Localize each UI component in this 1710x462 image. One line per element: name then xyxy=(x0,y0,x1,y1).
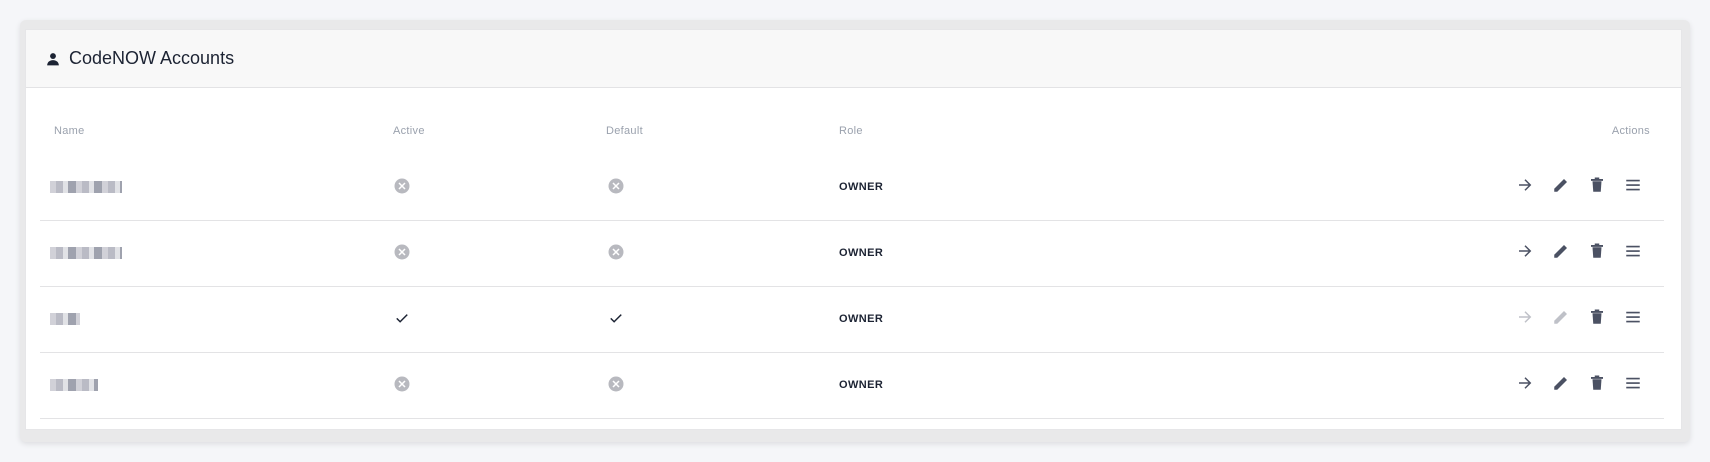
cancel-circle-icon xyxy=(393,177,411,195)
header-name: Name xyxy=(54,125,85,137)
header-default: Default xyxy=(606,125,643,137)
header-role: Role xyxy=(839,125,863,137)
more-menu-button[interactable] xyxy=(1622,371,1644,395)
delete-account-button[interactable] xyxy=(1586,305,1608,329)
accounts-panel: CodeNOW Accounts Name Active Default Rol… xyxy=(25,29,1682,430)
menu-icon xyxy=(1624,242,1642,260)
edit-account-button[interactable] xyxy=(1550,239,1572,263)
table-row: OWNER xyxy=(40,221,1664,287)
pencil-icon xyxy=(1552,374,1570,392)
role-label: OWNER xyxy=(839,181,884,193)
account-name-redacted xyxy=(50,313,80,325)
panel-header: CodeNOW Accounts xyxy=(26,30,1681,88)
row-actions xyxy=(1514,305,1644,329)
open-account-button[interactable] xyxy=(1514,173,1536,197)
pencil-icon xyxy=(1552,242,1570,260)
arrow-right-icon xyxy=(1516,242,1534,260)
checkmark-icon xyxy=(607,309,625,327)
table-row: OWNER xyxy=(40,287,1664,353)
row-actions xyxy=(1514,239,1644,263)
cancel-circle-icon xyxy=(393,243,411,261)
checkmark-icon xyxy=(393,309,411,327)
menu-icon xyxy=(1624,176,1642,194)
arrow-right-icon xyxy=(1516,176,1534,194)
role-label: OWNER xyxy=(839,379,884,391)
role-label: OWNER xyxy=(839,313,884,325)
cancel-circle-icon xyxy=(607,243,625,261)
cancel-circle-icon xyxy=(607,375,625,393)
edit-account-button[interactable] xyxy=(1550,173,1572,197)
more-menu-button[interactable] xyxy=(1622,173,1644,197)
pencil-icon xyxy=(1552,308,1570,326)
open-account-button xyxy=(1514,305,1536,329)
delete-account-button[interactable] xyxy=(1586,239,1608,263)
table-header: Name Active Default Role Actions xyxy=(40,107,1664,155)
trash-icon xyxy=(1588,308,1606,326)
cancel-circle-icon xyxy=(393,375,411,393)
row-actions xyxy=(1514,173,1644,197)
menu-icon xyxy=(1624,308,1642,326)
accounts-table: Name Active Default Role Actions OWNER OW… xyxy=(40,107,1664,419)
delete-account-button[interactable] xyxy=(1586,173,1608,197)
account-name-redacted xyxy=(50,181,122,193)
pencil-icon xyxy=(1552,176,1570,194)
header-active: Active xyxy=(393,125,425,137)
trash-icon xyxy=(1588,374,1606,392)
role-label: OWNER xyxy=(839,247,884,259)
menu-icon xyxy=(1624,374,1642,392)
delete-account-button[interactable] xyxy=(1586,371,1608,395)
edit-account-button xyxy=(1550,305,1572,329)
cancel-circle-icon xyxy=(607,177,625,195)
table-row: OWNER xyxy=(40,155,1664,221)
table-row: OWNER xyxy=(40,353,1664,419)
trash-icon xyxy=(1588,242,1606,260)
more-menu-button[interactable] xyxy=(1622,239,1644,263)
arrow-right-icon xyxy=(1516,374,1534,392)
edit-account-button[interactable] xyxy=(1550,371,1572,395)
account-name-redacted xyxy=(50,379,98,391)
arrow-right-icon xyxy=(1516,308,1534,326)
open-account-button[interactable] xyxy=(1514,239,1536,263)
row-actions xyxy=(1514,371,1644,395)
page-title: CodeNOW Accounts xyxy=(69,48,235,68)
more-menu-button[interactable] xyxy=(1622,305,1644,329)
accounts-card: CodeNOW Accounts Name Active Default Rol… xyxy=(20,20,1690,442)
header-actions: Actions xyxy=(1611,125,1650,137)
open-account-button[interactable] xyxy=(1514,371,1536,395)
account-name-redacted xyxy=(50,247,122,259)
user-icon xyxy=(47,52,59,65)
trash-icon xyxy=(1588,176,1606,194)
